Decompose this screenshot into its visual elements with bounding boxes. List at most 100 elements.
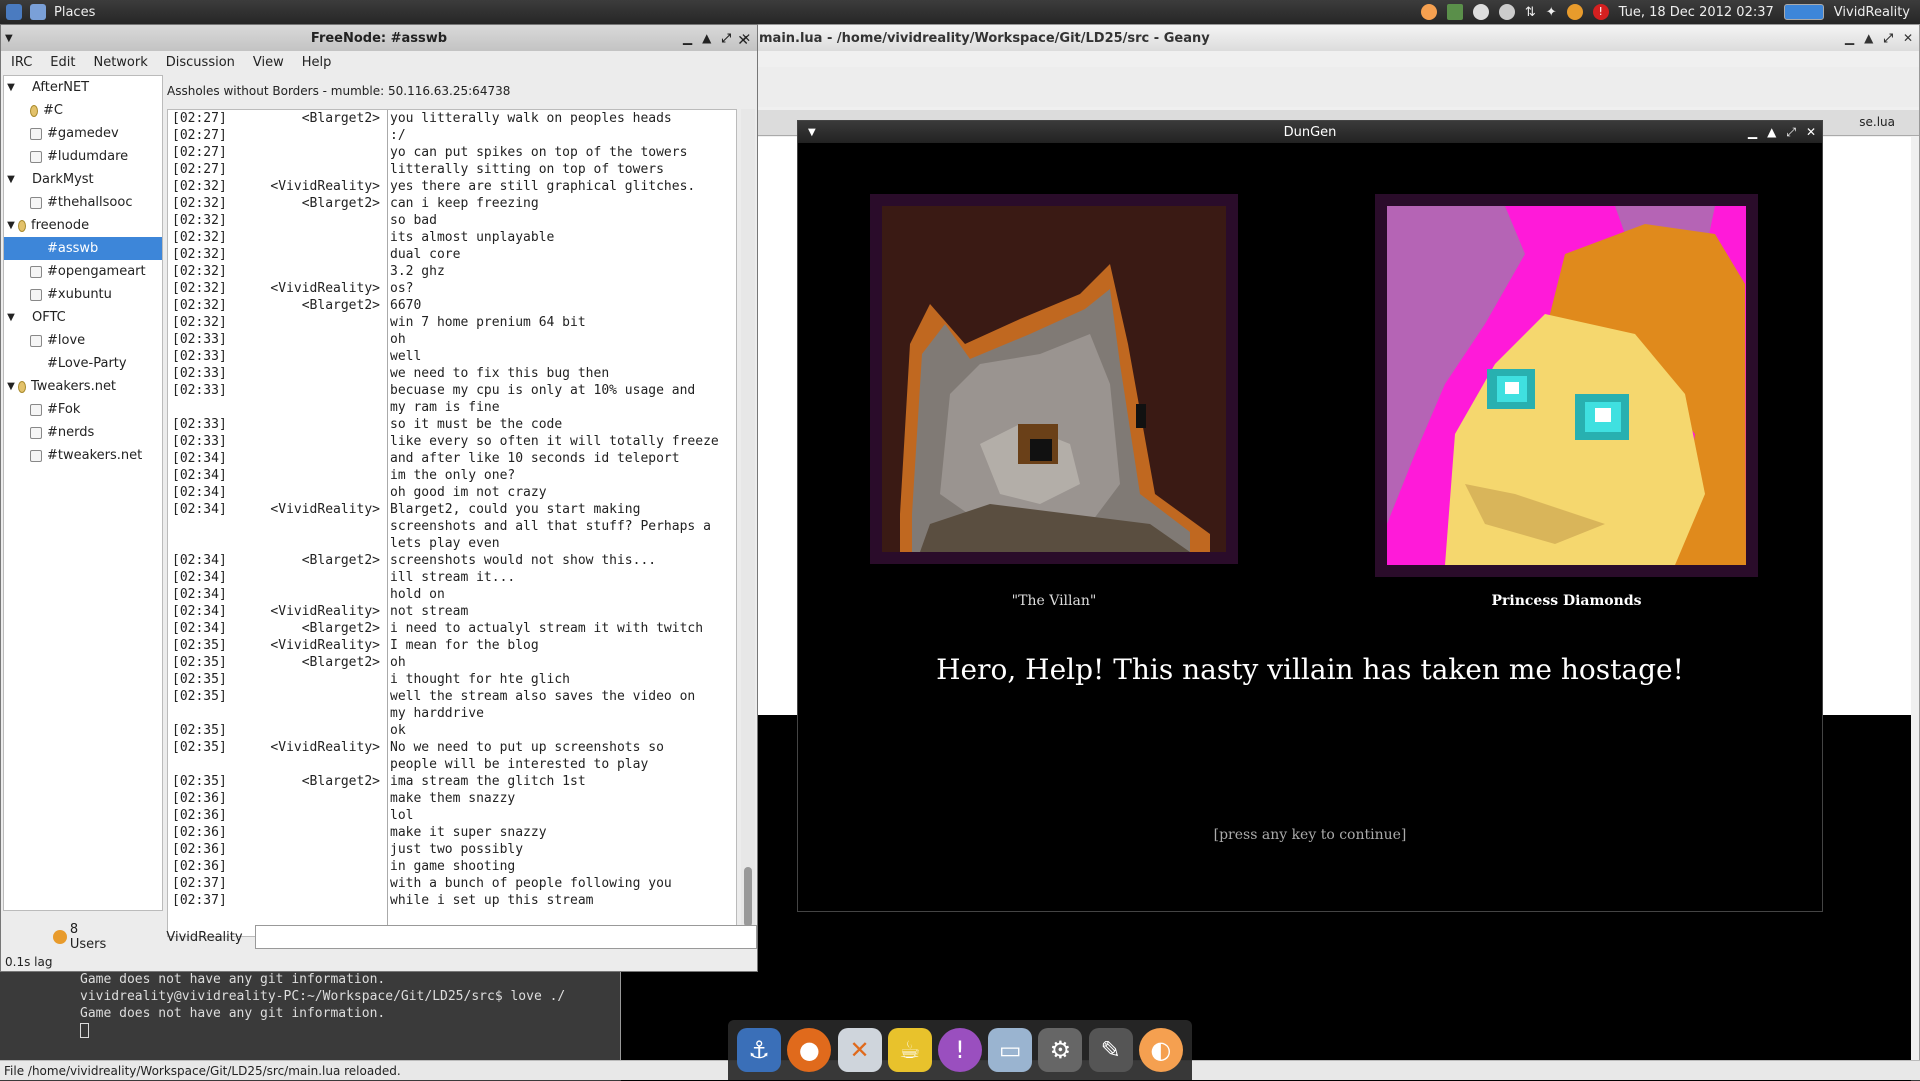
menu-irc[interactable]: IRC	[11, 55, 32, 70]
tree-channel[interactable]: #Fok	[4, 398, 162, 421]
user-menu[interactable]: VividReality	[1834, 5, 1910, 20]
nickname[interactable]	[264, 875, 384, 892]
nickname[interactable]	[264, 263, 384, 280]
maximize-icon[interactable]: ▲	[702, 31, 711, 45]
teapot-icon[interactable]: ☕	[887, 1028, 932, 1072]
nickname[interactable]: <Blarget2>	[264, 297, 384, 314]
continue-prompt[interactable]: [press any key to continue]	[798, 827, 1822, 843]
maximize-icon[interactable]: ▲	[1767, 125, 1776, 139]
nickname[interactable]: <VividReality>	[264, 603, 384, 620]
expander-icon[interactable]: ▼	[4, 312, 18, 323]
nickname[interactable]: <Blarget2>	[264, 110, 384, 127]
maximize-icon[interactable]: ▲	[1864, 31, 1873, 45]
nickname[interactable]: <Blarget2>	[264, 654, 384, 671]
menu-discussion[interactable]: Discussion	[166, 55, 235, 70]
workspace-switcher-icon[interactable]	[1783, 4, 1824, 20]
menu-edit[interactable]: Edit	[50, 55, 75, 70]
chat-icon[interactable]	[1472, 4, 1489, 20]
tree-channel[interactable]: #nerds	[4, 421, 162, 444]
nickname[interactable]	[264, 144, 384, 161]
expander-icon[interactable]: ▼	[4, 220, 18, 231]
nickname[interactable]	[264, 246, 384, 263]
tree-channel[interactable]: #tweakers.net	[4, 444, 162, 467]
chat-scrollbar[interactable]	[741, 109, 755, 937]
nickname[interactable]	[264, 127, 384, 144]
nickname[interactable]: <Blarget2>	[264, 620, 384, 637]
nickname[interactable]: <Blarget2>	[264, 552, 384, 569]
nickname[interactable]	[264, 858, 384, 875]
close-tab-icon[interactable]: ✕	[737, 33, 749, 49]
expander-icon[interactable]: ▼	[4, 82, 18, 93]
tree-network[interactable]: ▼ DarkMyst	[4, 168, 162, 191]
tab-partial[interactable]: se.lua	[1859, 115, 1895, 129]
nickname[interactable]	[264, 314, 384, 331]
tree-channel[interactable]: #C	[4, 99, 162, 122]
nickname[interactable]	[264, 161, 384, 178]
topic-text[interactable]: Assholes without Borders - mumble: 50.11…	[167, 84, 510, 98]
nickname[interactable]	[264, 450, 384, 467]
tree-channel[interactable]: #opengameart	[4, 260, 162, 283]
expander-icon[interactable]: ▼	[4, 174, 18, 185]
minimize-icon[interactable]: ▁	[683, 31, 692, 45]
tree-channel[interactable]: #xubuntu	[4, 283, 162, 306]
nickname[interactable]	[264, 416, 384, 433]
nickname[interactable]	[264, 569, 384, 586]
tree-network[interactable]: ▼ Tweakers.net	[4, 375, 162, 398]
app-menu-icon[interactable]	[6, 4, 22, 20]
nickname[interactable]	[264, 212, 384, 229]
mail-icon[interactable]	[1446, 4, 1463, 20]
tree-channel[interactable]: #asswb	[4, 237, 162, 260]
user-count[interactable]: 8 Users	[53, 922, 118, 952]
folder-icon[interactable]: ▭	[988, 1028, 1033, 1072]
update-icon[interactable]	[1566, 4, 1583, 20]
tree-channel[interactable]: #thehallsooc	[4, 191, 162, 214]
message-input[interactable]	[254, 925, 757, 949]
nickname[interactable]: <Blarget2>	[264, 195, 384, 212]
nickname[interactable]: <VividReality>	[264, 178, 384, 195]
expander-icon[interactable]: ▼	[4, 381, 18, 392]
gimp-icon[interactable]: ✎	[1088, 1028, 1133, 1072]
nickname[interactable]	[264, 688, 384, 722]
nickname[interactable]	[264, 484, 384, 501]
nickname[interactable]: <VividReality>	[264, 637, 384, 654]
tree-network[interactable]: ▼ OFTC	[4, 306, 162, 329]
anchor-icon[interactable]: ⚓	[737, 1028, 782, 1072]
menu-view[interactable]: View	[253, 55, 284, 70]
alert-icon[interactable]: !	[1592, 4, 1609, 20]
menu-help[interactable]: Help	[302, 55, 332, 70]
tree-network[interactable]: ▼ AfterNET	[4, 76, 162, 99]
minimize-icon[interactable]: ▁	[1748, 125, 1757, 139]
nickname[interactable]	[264, 671, 384, 688]
pidgin-icon[interactable]: !	[937, 1028, 982, 1072]
settings-icon[interactable]: ⚙	[1038, 1028, 1083, 1072]
close-icon[interactable]: ✕	[1806, 125, 1816, 139]
menu-network[interactable]: Network	[93, 55, 147, 70]
nickname[interactable]	[264, 892, 384, 909]
love-icon[interactable]: ◐	[1138, 1028, 1183, 1072]
tree-channel[interactable]: #gamedev	[4, 122, 162, 145]
restore-icon[interactable]: ⤢	[721, 31, 731, 46]
tree-channel[interactable]: #ludumdare	[4, 145, 162, 168]
nickname[interactable]: <Blarget2>	[264, 773, 384, 790]
xchat-icon[interactable]: ✕	[837, 1028, 882, 1072]
nickname[interactable]	[264, 824, 384, 841]
volume-icon[interactable]	[1498, 4, 1515, 20]
network-icon[interactable]: ⇅	[1525, 5, 1536, 20]
love-icon[interactable]	[1420, 4, 1437, 20]
tree-network[interactable]: ▼ freenode	[4, 214, 162, 237]
nickname[interactable]	[264, 365, 384, 382]
nickname[interactable]: <VividReality>	[264, 739, 384, 773]
nickname[interactable]	[264, 331, 384, 348]
nickname[interactable]	[264, 841, 384, 858]
restore-icon[interactable]: ⤢	[1883, 31, 1893, 46]
close-icon[interactable]: ✕	[1903, 31, 1913, 45]
tree-channel[interactable]: #love	[4, 329, 162, 352]
nickname[interactable]	[264, 467, 384, 484]
dropbox-icon[interactable]: ✦	[1546, 5, 1557, 20]
tree-channel[interactable]: #Love-Party	[4, 352, 162, 375]
nickname[interactable]	[264, 807, 384, 824]
minimize-icon[interactable]: ▁	[1845, 31, 1854, 45]
nick-button[interactable]: VividReality	[166, 930, 242, 945]
nickname[interactable]	[264, 229, 384, 246]
places-menu[interactable]: Places	[54, 5, 95, 20]
